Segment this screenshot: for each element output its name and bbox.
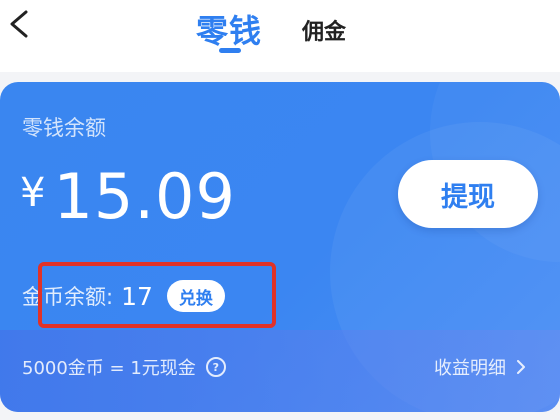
chevron-right-icon xyxy=(517,360,525,374)
balance-amount-row: ¥15.09 xyxy=(20,160,236,233)
currency-symbol: ¥ xyxy=(20,170,46,216)
balance-amount: 15.09 xyxy=(53,160,236,233)
top-navigation-bar: 零钱 佣金 xyxy=(0,0,560,72)
active-tab-indicator xyxy=(219,48,241,53)
info-circle-icon[interactable]: ? xyxy=(205,357,226,377)
balance-label: 零钱余额 xyxy=(22,116,106,140)
highlight-annotation-box xyxy=(38,262,276,328)
earnings-details-link[interactable]: 收益明细 xyxy=(434,354,526,380)
exchange-rate-text: 5000金币 = 1元现金 xyxy=(22,358,196,379)
withdraw-button[interactable]: 提现 xyxy=(398,160,538,228)
tab-commission[interactable]: 佣金 xyxy=(302,14,346,46)
tab-change[interactable]: 零钱 xyxy=(196,6,262,52)
wallet-balance-card: 零钱余额 ¥15.09 提现 金币余额: 17 兑换 5000金币 = 1元现金… xyxy=(0,82,560,412)
earnings-details-label: 收益明细 xyxy=(434,358,506,379)
chevron-left-icon[interactable] xyxy=(6,8,32,40)
exchange-rate-info: 5000金币 = 1元现金 ? xyxy=(22,354,226,380)
